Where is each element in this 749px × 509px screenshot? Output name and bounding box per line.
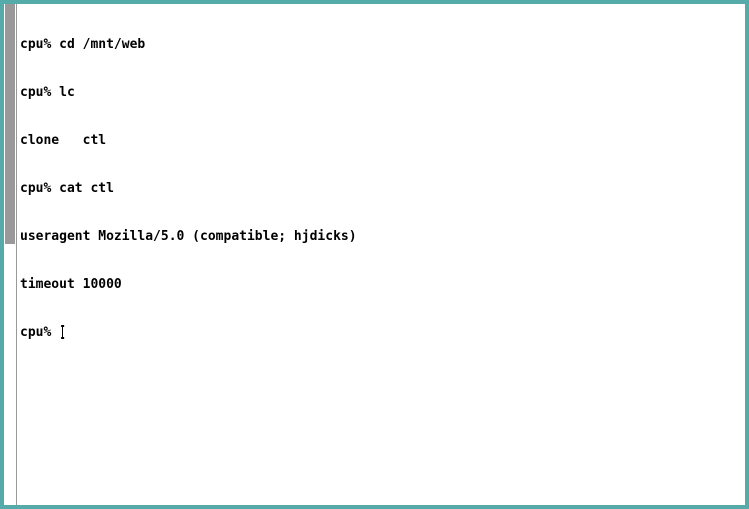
terminal-line: useragent Mozilla/5.0 (compatible; hjdic… <box>20 229 357 244</box>
prompt-line[interactable]: cpu% <box>20 325 741 341</box>
terminal-line: cpu% lc <box>20 85 75 100</box>
scrollbar[interactable] <box>4 4 17 505</box>
terminal-line: clone ctl <box>20 133 107 148</box>
prompt: cpu% <box>20 325 60 340</box>
terminal-line: timeout 10000 <box>20 277 122 292</box>
terminal-line: cpu% cd /mnt/web <box>20 37 146 52</box>
scroll-thumb[interactable] <box>5 4 15 244</box>
text-cursor-icon <box>60 325 65 339</box>
terminal-line: cpu% cat ctl <box>20 181 114 196</box>
terminal-output[interactable]: cpu% cd /mnt/web cpu% lc clone ctl cpu% … <box>20 5 741 501</box>
terminal-window[interactable]: cpu% cd /mnt/web cpu% lc clone ctl cpu% … <box>0 0 749 509</box>
